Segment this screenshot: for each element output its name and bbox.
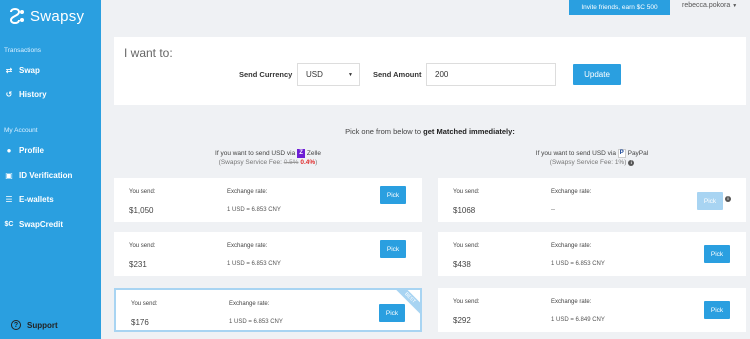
info-icon[interactable]: i (628, 159, 635, 166)
sidebar-item-e-wallets[interactable]: ☰ E-wallets (4, 195, 54, 204)
offer-amount: $292 (453, 316, 471, 325)
zelle-logo-icon: Z (297, 149, 306, 158)
method-name: Zelle (306, 150, 321, 158)
sidebar-item-label: SwapCredit (19, 220, 64, 229)
you-send-label: You send: (453, 299, 480, 305)
pick-title: Pick one from below to get Matched immed… (114, 127, 746, 136)
exchange-rate-label: Exchange rate: (551, 243, 592, 249)
pick-title-emphasis: get Matched immediately: (423, 127, 515, 136)
pick-button[interactable]: Pick (704, 245, 730, 263)
you-send-label: You send: (453, 243, 480, 249)
send-amount-input[interactable]: 200 (426, 63, 556, 86)
exchange-rate-value: 1 USD = 6.853 CNY (227, 261, 281, 267)
you-send-label: You send: (129, 243, 156, 249)
pick-button-disabled[interactable]: Pick (697, 192, 723, 210)
username: rebecca.pokora (682, 2, 731, 9)
person-icon: ● (6, 146, 12, 155)
column-head-text: If you want to send USD via (535, 150, 616, 158)
pick-button[interactable]: Pick (704, 301, 730, 319)
logo[interactable]: Swapsy (7, 6, 84, 26)
exchange-rate-value: -- (551, 207, 555, 213)
send-currency-select[interactable]: USD ▼ (297, 63, 360, 86)
swapcredit-icon: $C (4, 221, 14, 228)
info-icon[interactable]: i (725, 196, 731, 202)
exchange-rate-value: 1 USD = 6.853 CNY (227, 207, 281, 213)
exchange-rate-value: 1 USD = 6.849 CNY (551, 317, 605, 323)
sidebar-item-id-verification[interactable]: ▣ ID Verification (4, 171, 72, 180)
user-menu[interactable]: rebecca.pokora ▼ (682, 2, 737, 9)
sidebar: Swapsy Transactions ⇄ Swap ↺ History My … (0, 0, 101, 339)
update-button[interactable]: Update (573, 64, 621, 85)
offer-card: You send: $438 Exchange rate: 1 USD = 6.… (438, 232, 746, 276)
offer-card: You send: $1,050 Exchange rate: 1 USD = … (114, 178, 422, 222)
fee-new: 0.4% (300, 159, 316, 167)
you-send-label: You send: (131, 301, 158, 307)
caret-down-icon: ▼ (732, 3, 738, 9)
transactions-section-label: Transactions (4, 47, 41, 54)
pick-title-prefix: Pick one from below to (345, 127, 424, 136)
sidebar-item-swapcredit[interactable]: $C SwapCredit (4, 220, 64, 229)
swap-arrows-icon: ⇄ (5, 66, 13, 75)
offer-amount: $1068 (453, 206, 476, 215)
paypal-logo-icon: P (617, 149, 626, 158)
offer-card-best: BEST You send: $176 Exchange rate: 1 USD… (114, 288, 422, 332)
exchange-rate-value: 1 USD = 6.853 CNY (229, 319, 283, 325)
question-circle-icon: ? (11, 320, 21, 330)
column-head-text: If you want to send USD via (215, 150, 296, 158)
fee-suffix: ) (315, 159, 318, 167)
swap-form-card: I want to: Send Currency USD ▼ Send Amou… (114, 37, 746, 105)
exchange-rate-label: Exchange rate: (551, 189, 592, 195)
offer-amount: $231 (129, 260, 147, 269)
exchange-rate-label: Exchange rate: (551, 299, 592, 305)
exchange-rate-label: Exchange rate: (227, 189, 268, 195)
invite-friends-button[interactable]: Invite friends, earn $C 500 (569, 0, 670, 15)
exchange-rate-label: Exchange rate: (227, 243, 268, 249)
offer-card: You send: $231 Exchange rate: 1 USD = 6.… (114, 232, 422, 276)
offer-amount: $176 (131, 318, 149, 327)
wallet-icon: ☰ (5, 195, 13, 204)
fee-old: 0.5% (283, 159, 299, 167)
fee-text: (Swapsy Service Fee: 1%) (549, 159, 627, 167)
history-icon: ↺ (5, 90, 13, 99)
zelle-column-header: If you want to send USD via Z Zelle (Swa… (114, 149, 422, 167)
offer-amount: $438 (453, 260, 471, 269)
sidebar-item-label: Swap (19, 66, 40, 75)
id-card-icon: ▣ (5, 171, 13, 180)
you-send-label: You send: (453, 189, 480, 195)
brand-name: Swapsy (30, 7, 85, 25)
swapsy-logo-icon (7, 6, 27, 26)
send-currency-label: Send Currency (239, 70, 293, 79)
offer-amount: $1,050 (129, 206, 154, 215)
offer-card: You send: $292 Exchange rate: 1 USD = 6.… (438, 288, 746, 332)
exchange-rate-value: 1 USD = 6.853 CNY (551, 261, 605, 267)
sidebar-item-label: Profile (19, 146, 44, 155)
form-heading: I want to: (124, 46, 173, 60)
currency-value: USD (306, 70, 323, 79)
fee-prefix: (Swapsy Service Fee: (218, 159, 284, 167)
paypal-column-header: If you want to send USD via P PayPal (Sw… (438, 149, 746, 167)
exchange-rate-label: Exchange rate: (229, 301, 270, 307)
send-amount-label: Send Amount (373, 70, 422, 79)
method-name: PayPal (627, 150, 649, 158)
sidebar-item-profile[interactable]: ● Profile (4, 146, 44, 155)
sidebar-item-history[interactable]: ↺ History (4, 90, 47, 99)
account-section-label: My Account (4, 127, 38, 134)
you-send-label: You send: (129, 189, 156, 195)
sidebar-item-label: E-wallets (19, 195, 54, 204)
support-label: Support (27, 320, 58, 330)
sidebar-item-label: History (19, 90, 47, 99)
pick-button[interactable]: Pick (380, 240, 406, 258)
support-link[interactable]: ? Support (11, 320, 58, 330)
sidebar-item-swap[interactable]: ⇄ Swap (4, 66, 40, 75)
caret-down-icon: ▼ (348, 71, 353, 78)
offer-card: You send: $1068 Exchange rate: -- Pick i (438, 178, 746, 222)
pick-button[interactable]: Pick (380, 186, 406, 204)
sidebar-item-label: ID Verification (19, 171, 73, 180)
pick-button[interactable]: Pick (379, 304, 405, 322)
